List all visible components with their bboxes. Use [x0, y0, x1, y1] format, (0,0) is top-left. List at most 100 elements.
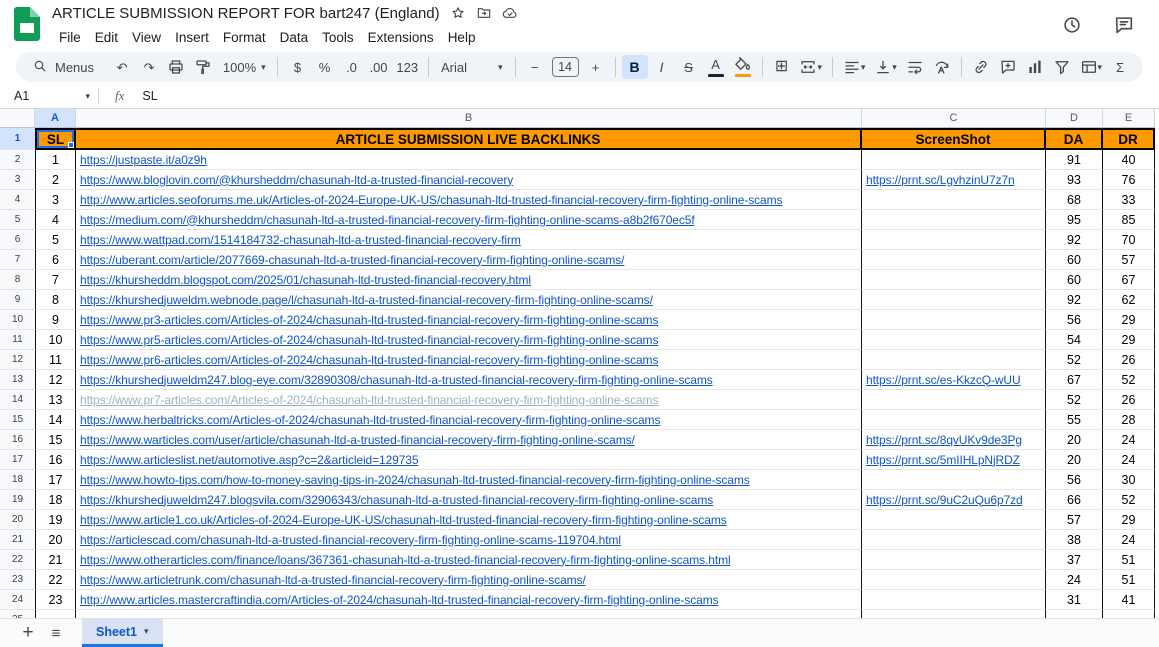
column-header-b[interactable]: B	[76, 109, 862, 128]
row-header-16[interactable]: 16	[0, 430, 35, 450]
cell-dr[interactable]: 29	[1103, 310, 1155, 330]
cell-dr[interactable]: 70	[1103, 230, 1155, 250]
row-header-18[interactable]: 18	[0, 470, 35, 490]
row-header-1[interactable]: 1	[0, 128, 35, 150]
cell-da[interactable]: 60	[1046, 270, 1103, 290]
cell-dr[interactable]: 76	[1103, 170, 1155, 190]
menu-format[interactable]: Format	[216, 28, 273, 47]
row-header-6[interactable]: 6	[0, 230, 35, 250]
backlink-url[interactable]: https://www.otherarticles.com/finance/lo…	[80, 553, 731, 567]
cell-da[interactable]: 55	[1046, 410, 1103, 430]
backlink-url[interactable]: https://www.pr7-articles.com/Articles-of…	[80, 393, 658, 407]
row-header-10[interactable]: 10	[0, 310, 35, 330]
column-header-a[interactable]: A	[35, 109, 76, 128]
formula-input[interactable]: SL	[142, 89, 157, 103]
cell-dr[interactable]: 30	[1103, 470, 1155, 490]
cell-sl[interactable]: 17	[35, 470, 76, 490]
cell-url[interactable]: https://medium.com/@khursheddm/chasunah-…	[76, 210, 862, 230]
cell-sl[interactable]: 10	[35, 330, 76, 350]
toolbar-more-formats[interactable]: 123	[392, 55, 422, 79]
name-box[interactable]: A1 ▾	[14, 89, 96, 103]
cell-da[interactable]: 68	[1046, 190, 1103, 210]
column-header-d[interactable]: D	[1046, 109, 1103, 128]
cell-sl[interactable]: 21	[35, 550, 76, 570]
cell-da[interactable]: 52	[1046, 350, 1103, 370]
toolbar-insert-comment[interactable]	[995, 55, 1021, 79]
toolbar-vertical-align[interactable]: ▾	[870, 55, 900, 79]
cell-sl[interactable]: 2	[35, 170, 76, 190]
cell-screenshot[interactable]	[862, 190, 1046, 210]
toolbar-italic[interactable]: I	[649, 55, 675, 79]
cell-dr[interactable]: 26	[1103, 390, 1155, 410]
cell-sl[interactable]: 15	[35, 430, 76, 450]
cell-screenshot[interactable]: https://prnt.sc/5mIIHLpNjRDZ	[862, 450, 1046, 470]
toolbar-filter-views[interactable]: ▾	[1076, 55, 1106, 79]
cell-dr[interactable]: 24	[1103, 430, 1155, 450]
cell-da[interactable]: 56	[1046, 310, 1103, 330]
toolbar-increase-decimals[interactable]: .00	[365, 55, 391, 79]
toolbar-zoom[interactable]: 100%▾	[217, 55, 271, 79]
cell-sl[interactable]: 18	[35, 490, 76, 510]
cell-dr[interactable]: 33	[1103, 190, 1155, 210]
backlink-url[interactable]: https://justpaste.it/a0z9h	[80, 153, 207, 167]
cell-url[interactable]: https://www.otherarticles.com/finance/lo…	[76, 550, 862, 570]
menu-tools[interactable]: Tools	[315, 28, 361, 47]
cell-da[interactable]: 38	[1046, 530, 1103, 550]
backlink-url[interactable]: https://www.articletrunk.com/chasunah-lt…	[80, 573, 586, 587]
cell-sl[interactable]: 16	[35, 450, 76, 470]
cell-dr[interactable]: 67	[1103, 270, 1155, 290]
toolbar-text-rotate[interactable]	[929, 55, 955, 79]
row-header-15[interactable]: 15	[0, 410, 35, 430]
cell-da[interactable]: 20	[1046, 430, 1103, 450]
fill-handle[interactable]	[68, 142, 74, 148]
cell-da[interactable]: 92	[1046, 230, 1103, 250]
cell-sl[interactable]: 19	[35, 510, 76, 530]
empty-cell[interactable]	[1046, 610, 1103, 618]
empty-cell[interactable]	[1103, 610, 1155, 618]
screenshot-url[interactable]: https://prnt.sc/LgvhzinU7z7n	[866, 173, 1015, 187]
backlink-url[interactable]: https://medium.com/@khursheddm/chasunah-…	[80, 213, 695, 227]
cell-screenshot[interactable]: https://prnt.sc/es-KkzcQ-wUU	[862, 370, 1046, 390]
cell-url[interactable]: https://www.articleslist.net/automotive.…	[76, 450, 862, 470]
cell-url[interactable]: https://justpaste.it/a0z9h	[76, 150, 862, 170]
cell-url[interactable]: https://www.pr7-articles.com/Articles-of…	[76, 390, 862, 410]
row-header-5[interactable]: 5	[0, 210, 35, 230]
cell-url[interactable]: https://uberant.com/article/2077669-chas…	[76, 250, 862, 270]
row-header-24[interactable]: 24	[0, 590, 35, 610]
screenshot-url[interactable]: https://prnt.sc/es-KkzcQ-wUU	[866, 373, 1021, 387]
cell-sl[interactable]: 13	[35, 390, 76, 410]
cell-url[interactable]: https://khurshedjuweldm.webnode.page/l/c…	[76, 290, 862, 310]
header-cell-screenshot[interactable]: ScreenShot	[862, 128, 1046, 150]
cell-screenshot[interactable]	[862, 290, 1046, 310]
sheet-tab-sheet1[interactable]: Sheet1 ▾	[82, 619, 163, 647]
row-header-11[interactable]: 11	[0, 330, 35, 350]
toolbar-strikethrough[interactable]: S	[676, 55, 702, 79]
grid-corner-select-all[interactable]	[0, 109, 35, 128]
menu-extensions[interactable]: Extensions	[361, 28, 441, 47]
row-header-23[interactable]: 23	[0, 570, 35, 590]
document-title[interactable]: ARTICLE SUBMISSION REPORT FOR bart247 (E…	[52, 5, 440, 22]
backlink-url[interactable]: https://www.article1.co.uk/Articles-of-2…	[80, 513, 727, 527]
cell-sl[interactable]: 3	[35, 190, 76, 210]
cell-sl[interactable]: 5	[35, 230, 76, 250]
cell-url[interactable]: https://www.bloglovin.com/@khursheddm/ch…	[76, 170, 862, 190]
toolbar-paint-format[interactable]	[190, 55, 216, 79]
cell-dr[interactable]: 24	[1103, 530, 1155, 550]
cell-dr[interactable]: 62	[1103, 290, 1155, 310]
cell-da[interactable]: 66	[1046, 490, 1103, 510]
toolbar-menus-button[interactable]: Menus	[26, 54, 104, 80]
cell-da[interactable]: 52	[1046, 390, 1103, 410]
row-header-19[interactable]: 19	[0, 490, 35, 510]
sheets-logo-icon[interactable]	[14, 7, 40, 46]
toolbar-undo[interactable]: ↶	[109, 55, 135, 79]
cell-url[interactable]: https://khurshedjuweldm247.blog-eye.com/…	[76, 370, 862, 390]
cell-da[interactable]: 54	[1046, 330, 1103, 350]
toolbar-fill-color[interactable]	[730, 55, 756, 79]
menu-insert[interactable]: Insert	[168, 28, 216, 47]
row-header-7[interactable]: 7	[0, 250, 35, 270]
version-history-icon[interactable]	[1061, 14, 1083, 36]
toolbar-bold[interactable]: B	[622, 55, 648, 79]
toolbar-print[interactable]	[163, 55, 189, 79]
cell-url[interactable]: https://www.howto-tips.com/how-to-money-…	[76, 470, 862, 490]
cell-dr[interactable]: 51	[1103, 570, 1155, 590]
